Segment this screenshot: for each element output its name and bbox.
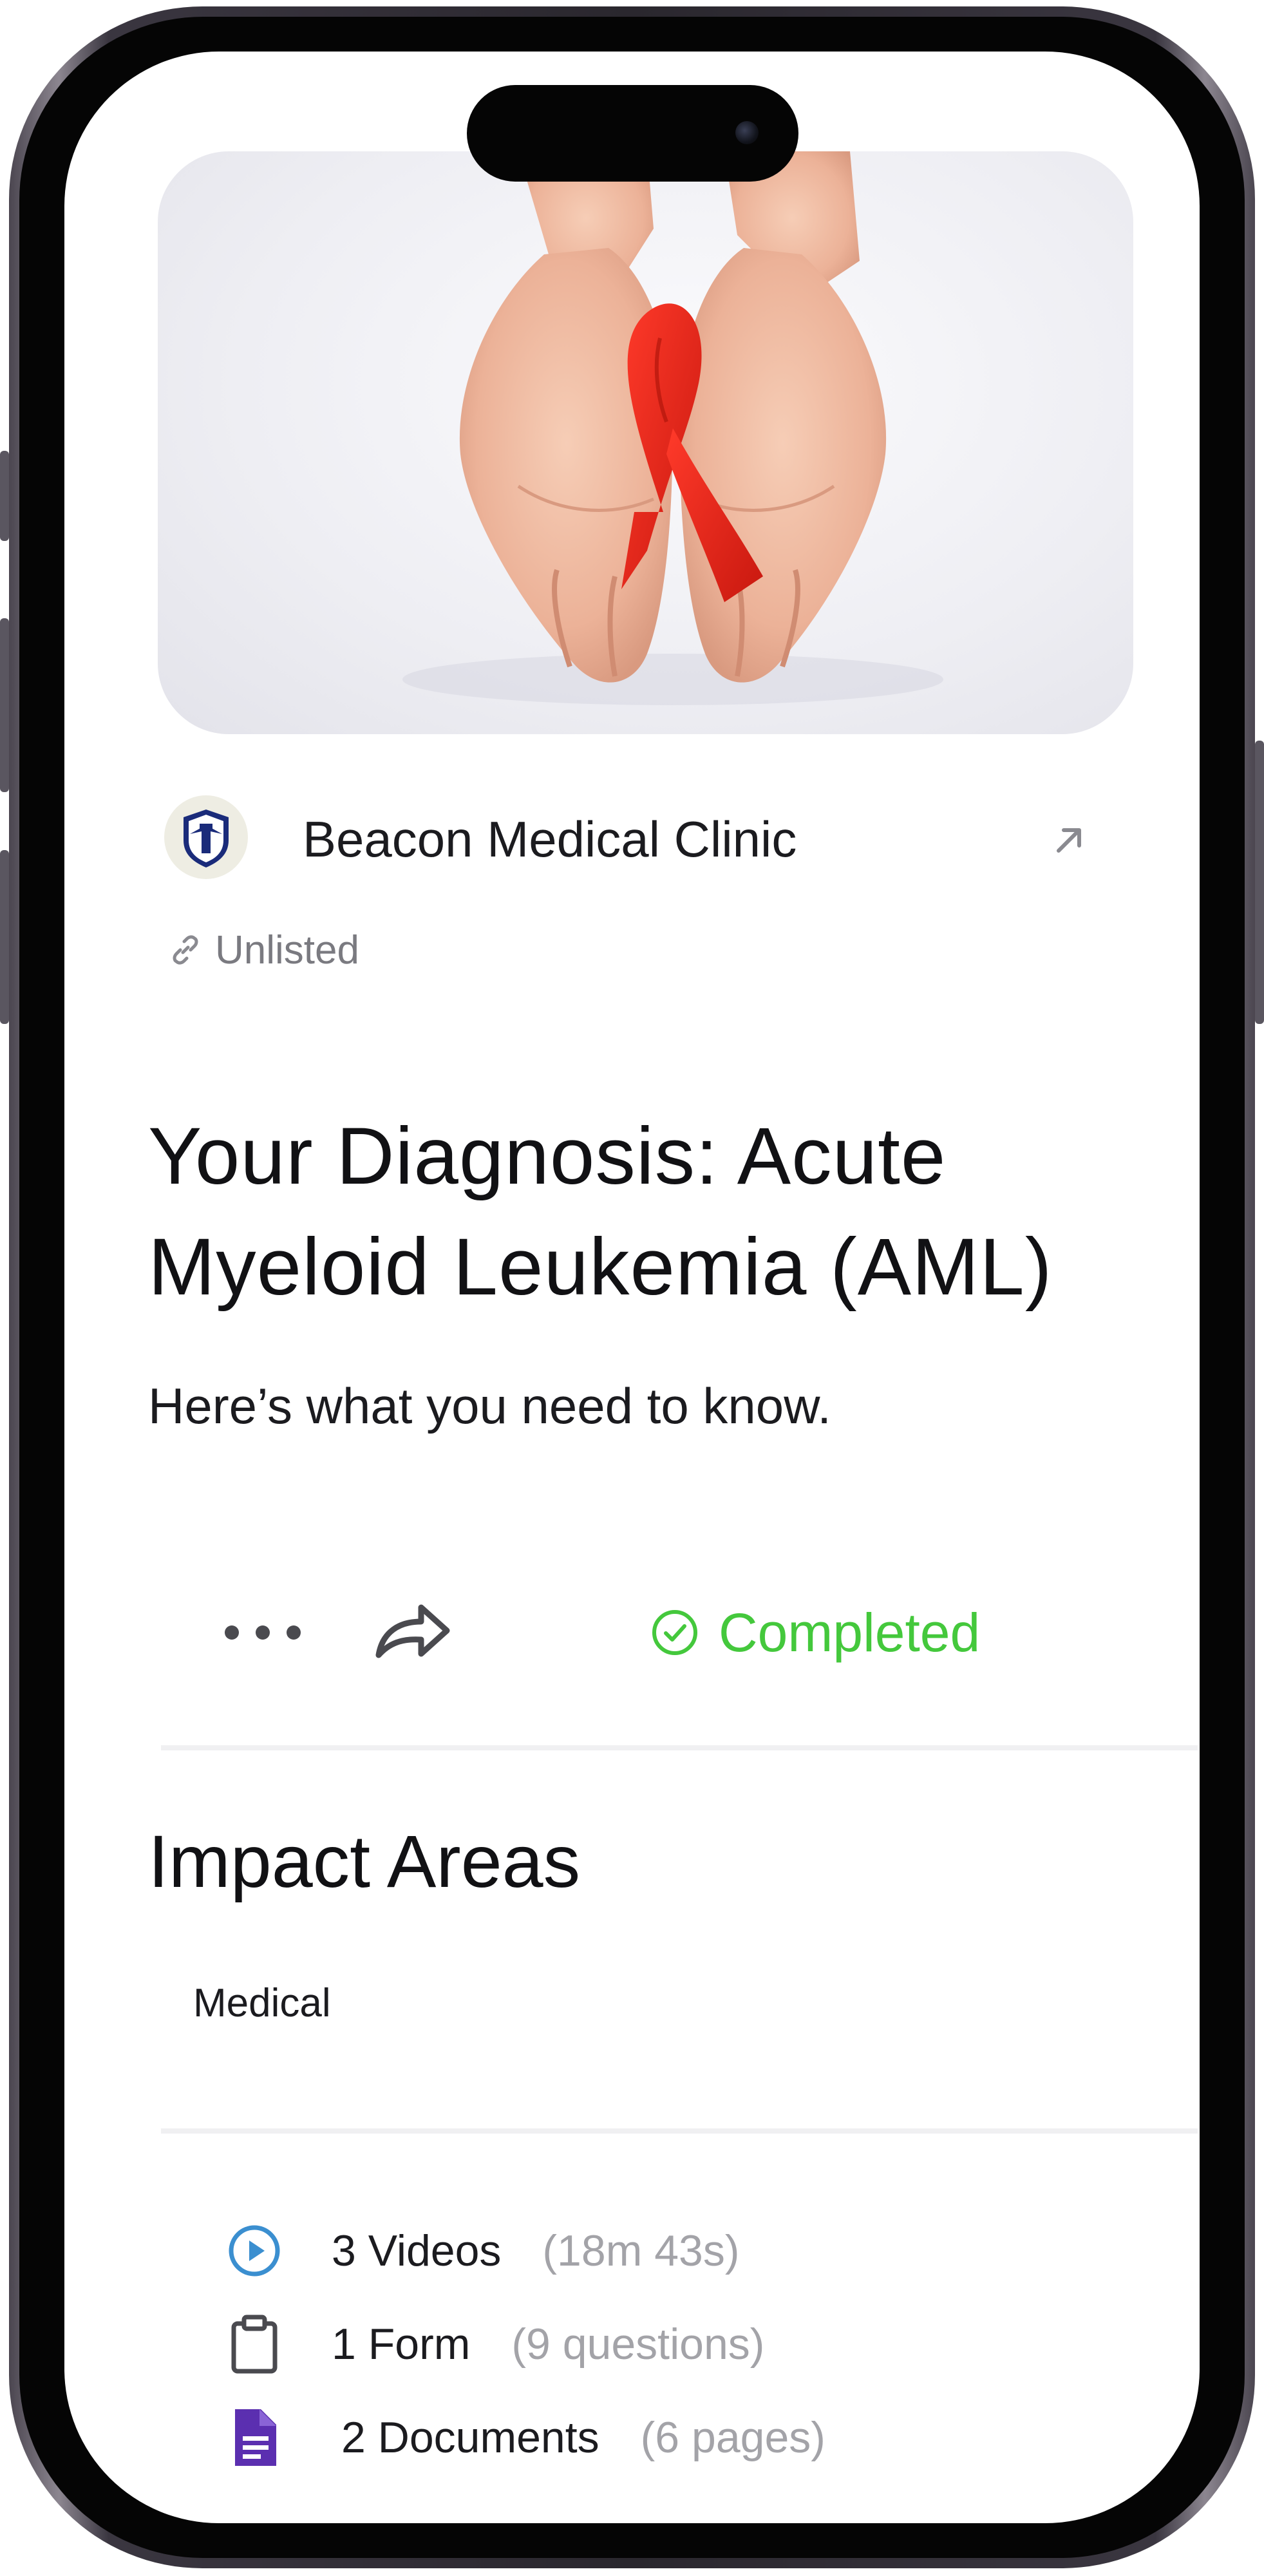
more-options-button[interactable]	[211, 1597, 314, 1668]
completion-status: Completed	[650, 1597, 980, 1668]
hero-image	[158, 151, 1133, 734]
documents-count: 2 Documents	[341, 2413, 599, 2462]
clinic-logo[interactable]	[164, 795, 248, 879]
dynamic-island	[467, 85, 798, 182]
link-icon	[173, 935, 198, 965]
form-stat[interactable]: 1 Form (9 questions)	[222, 2309, 764, 2380]
document-icon	[235, 2409, 276, 2466]
divider	[161, 1745, 1198, 1750]
completion-label: Completed	[719, 1602, 981, 1663]
form-questions: (9 questions)	[511, 2320, 765, 2369]
visibility-label: Unlisted	[215, 927, 359, 972]
screen: Beacon Medical Clinic Unlisted Your Diag…	[64, 52, 1200, 2523]
videos-count: 3 Videos	[332, 2226, 502, 2275]
volume-up-button	[0, 618, 9, 792]
page-subtitle: Here’s what you need to know.	[148, 1378, 831, 1434]
clipboard-icon	[231, 2315, 278, 2374]
play-circle-icon	[229, 2225, 280, 2277]
volume-down-button	[0, 850, 9, 1024]
share-arrow-icon	[375, 1604, 450, 1658]
action-button	[0, 451, 9, 541]
page-title: Your Diagnosis: Acute Myeloid Leukemia (…	[148, 1112, 1053, 1312]
impact-areas-heading: Impact Areas	[148, 1821, 581, 1903]
share-button[interactable]	[367, 1591, 457, 1668]
divider	[161, 2128, 1198, 2134]
visibility-badge: Unlisted	[167, 924, 359, 976]
documents-pages: (6 pages)	[640, 2413, 825, 2462]
camera-icon	[735, 121, 759, 144]
documents-stat[interactable]: 2 Documents (6 pages)	[222, 2402, 825, 2473]
impact-tag[interactable]: Medical	[193, 1980, 331, 2026]
ellipsis-icon	[225, 1625, 301, 1640]
form-count: 1 Form	[332, 2320, 471, 2369]
check-circle-icon	[652, 1610, 697, 1655]
videos-stat[interactable]: 3 Videos (18m 43s)	[222, 2215, 740, 2286]
external-link-arrow-icon[interactable]	[1050, 821, 1088, 860]
videos-duration: (18m 43s)	[542, 2226, 740, 2275]
clinic-name[interactable]: Beacon Medical Clinic	[303, 810, 797, 869]
lighthouse-shield-icon	[184, 810, 229, 867]
power-button	[1255, 741, 1264, 1024]
